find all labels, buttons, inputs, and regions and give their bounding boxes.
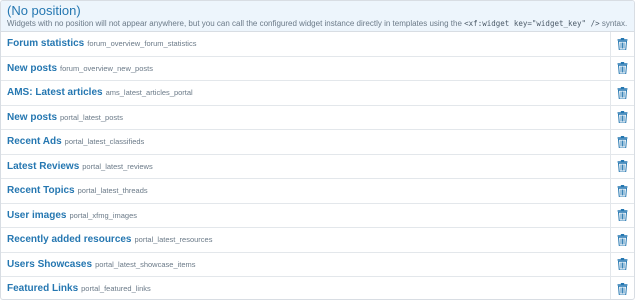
trash-icon [617,209,628,222]
widget-key: ams_latest_articles_portal [105,88,193,98]
widget-link[interactable]: User images portal_xfmg_images [1,210,610,221]
delete-button[interactable] [610,252,634,276]
widget-link[interactable]: Recent Ads portal_latest_classifieds [1,136,610,147]
widget-title: Users Showcases [7,258,93,270]
widget-row: New posts forum_overview_new_posts [1,56,634,81]
delete-button[interactable] [610,81,634,105]
widget-key: portal_latest_resources [134,235,213,245]
delete-button[interactable] [610,154,634,178]
widget-title: Forum statistics [7,38,85,50]
delete-button[interactable] [610,203,634,227]
delete-button[interactable] [610,105,634,129]
delete-button[interactable] [610,228,634,252]
section-header: (No position) Widgets with no position w… [1,1,634,32]
trash-icon [617,135,628,148]
trash-icon [617,160,628,173]
widget-key: portal_latest_reviews [82,161,153,171]
description-code: <xf:widget key="widget_key" /> [464,19,600,28]
description-suffix: syntax. [601,19,628,28]
trash-icon [617,37,628,50]
widget-title: New posts [7,62,58,74]
trash-icon [617,111,628,124]
widget-row: Recent Topics portal_latest_threads [1,179,634,204]
delete-button[interactable] [610,130,634,154]
widget-list: Forum statistics forum_overview_forum_st… [1,32,634,299]
trash-icon [617,86,628,99]
widget-link[interactable]: New posts portal_latest_posts [1,112,610,123]
widget-title: Recent Ads [7,136,62,148]
widget-row: Recently added resources portal_latest_r… [1,228,634,253]
widget-link[interactable]: Latest Reviews portal_latest_reviews [1,161,610,172]
widget-title: User images [7,209,67,221]
trash-icon [617,184,628,197]
widget-key: portal_latest_classifieds [64,137,145,147]
widget-key: portal_xfmg_images [69,210,138,220]
description-text: Widgets with no position will not appear… [7,19,462,28]
trash-icon [617,258,628,271]
widget-key: forum_overview_forum_statistics [87,39,197,49]
widget-title: Featured Links [7,283,79,295]
widget-link[interactable]: Recent Topics portal_latest_threads [1,185,610,196]
widget-title: New posts [7,111,58,123]
section-description: Widgets with no position will not appear… [7,18,628,30]
widget-row: Users Showcases portal_latest_showcase_i… [1,252,634,277]
trash-icon [617,233,628,246]
delete-button[interactable] [610,56,634,80]
widget-row: AMS: Latest articles ams_latest_articles… [1,81,634,106]
widget-key: portal_latest_threads [77,186,148,196]
delete-button[interactable] [610,179,634,203]
widget-row: User images portal_xfmg_images [1,203,634,228]
widget-row: Forum statistics forum_overview_forum_st… [1,32,634,57]
widget-row: Latest Reviews portal_latest_reviews [1,154,634,179]
widget-key: forum_overview_new_posts [60,63,153,73]
widget-link[interactable]: Featured Links portal_featured_links [1,283,610,294]
widget-title: Latest Reviews [7,160,80,172]
widget-title: AMS: Latest articles [7,87,103,99]
widget-row: Featured Links portal_featured_links [1,277,634,299]
widget-link[interactable]: AMS: Latest articles ams_latest_articles… [1,87,610,98]
widget-position-panel: (No position) Widgets with no position w… [0,0,635,300]
widget-key: portal_featured_links [81,284,151,294]
widget-key: portal_latest_showcase_items [95,259,196,269]
widget-link[interactable]: Users Showcases portal_latest_showcase_i… [1,259,610,270]
section-title: (No position) [7,3,81,18]
widget-link[interactable]: Recently added resources portal_latest_r… [1,234,610,245]
widget-row: Recent Ads portal_latest_classifieds [1,130,634,155]
widget-key: portal_latest_posts [60,112,123,122]
delete-button[interactable] [610,32,634,56]
trash-icon [617,282,628,295]
delete-button[interactable] [610,277,634,299]
widget-link[interactable]: New posts forum_overview_new_posts [1,63,610,74]
widget-row: New posts portal_latest_posts [1,105,634,130]
widget-title: Recent Topics [7,185,75,197]
widget-link[interactable]: Forum statistics forum_overview_forum_st… [1,38,610,49]
trash-icon [617,62,628,75]
widget-title: Recently added resources [7,234,132,246]
